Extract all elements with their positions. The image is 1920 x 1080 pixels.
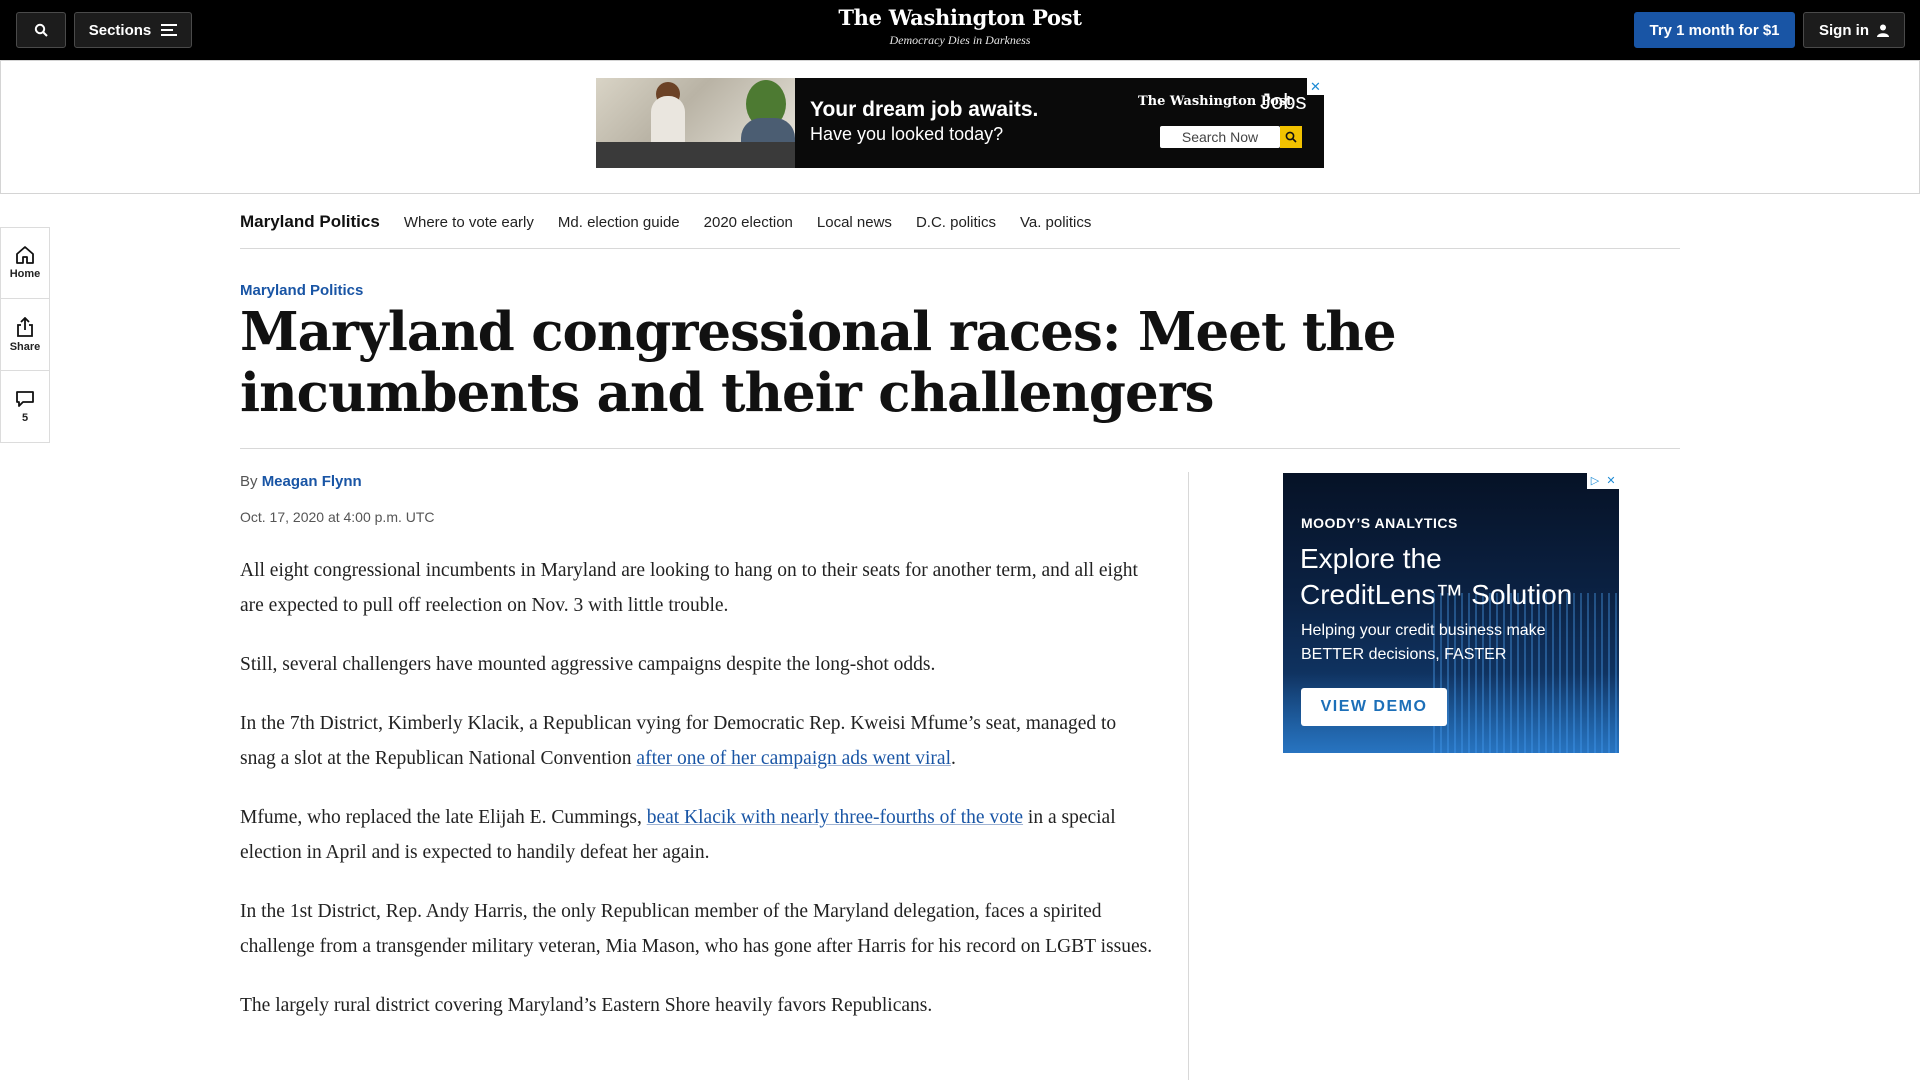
side-ad-controls: ▷ ✕ [1587, 473, 1619, 489]
rail-share-button[interactable]: Share [0, 299, 50, 371]
rail-share-label: Share [9, 340, 41, 353]
paragraph-1: All eight congressional incumbents in Ma… [240, 560, 1138, 616]
paragraph-3: In the 7th District, Kimberly Klacik, a … [240, 706, 1155, 776]
sidebar-ad[interactable]: MOODY’S ANALYTICS Explore the CreditLens… [1283, 473, 1619, 753]
byline-prefix: By [240, 473, 258, 490]
article-headline: Maryland congressional races: Meet the i… [240, 301, 1397, 424]
rail-home-label: Home [9, 268, 41, 280]
nav-link-2020-election[interactable]: 2020 election [704, 214, 793, 231]
adchoices-icon[interactable]: ▷ [1587, 473, 1603, 489]
rail-home-button[interactable]: Home [0, 227, 50, 299]
paragraph-4: Mfume, who replaced the late Elijah E. C… [240, 800, 1155, 870]
sign-in-button[interactable]: Sign in [1803, 12, 1905, 48]
article-body: All eight congressional incumbents in Ma… [240, 553, 1155, 1047]
comment-icon [16, 390, 34, 407]
column-divider [1188, 472, 1189, 1080]
side-ad-close-icon[interactable]: ✕ [1603, 473, 1619, 489]
section-title[interactable]: Maryland Politics [240, 212, 380, 232]
ad-search-button[interactable] [1280, 126, 1302, 148]
nav-link-election-guide[interactable]: Md. election guide [558, 214, 680, 231]
search-icon [1285, 131, 1297, 143]
ad-subline: Have you looked today? [810, 124, 1004, 144]
headline-divider [240, 448, 1680, 449]
special-election-link[interactable]: beat Klacik with nearly three-fourths of… [647, 807, 1023, 828]
sign-in-label: Sign in [1819, 21, 1869, 39]
ad-search-field[interactable]: Search Now [1160, 126, 1280, 148]
nav-link-va-politics[interactable]: Va. politics [1020, 214, 1091, 231]
user-icon [1877, 24, 1889, 37]
masthead-logo[interactable]: The Washington Post [0, 5, 1920, 30]
share-icon [17, 316, 33, 337]
nav-link-local-news[interactable]: Local news [817, 214, 892, 231]
home-icon [16, 246, 34, 264]
masthead[interactable]: The Washington Post Democracy Dies in Da… [0, 5, 1920, 48]
paragraph-4-text: Mfume, who replaced the late Elijah E. C… [240, 807, 647, 828]
ad-close-icon[interactable]: ✕ [1307, 78, 1324, 95]
campaign-ad-link[interactable]: after one of her campaign ads went viral [636, 748, 951, 769]
nav-link-dc-politics[interactable]: D.C. politics [916, 214, 996, 231]
jobs-ad-banner[interactable]: Your dream job awaits. Have you looked t… [596, 78, 1324, 168]
top-bar: Sections The Washington Post Democracy D… [0, 0, 1920, 60]
section-nav: Maryland Politics Where to vote early Md… [240, 196, 1680, 249]
byline: By Meagan Flynn [240, 473, 362, 490]
ad-jobs-label: Jobs [1260, 89, 1307, 114]
publish-date: Oct. 17, 2020 at 4:00 p.m. UTC [240, 509, 435, 525]
left-rail: Home Share 5 [0, 227, 50, 443]
ad-photo [596, 78, 795, 168]
rail-comments-count: 5 [21, 411, 29, 424]
paragraph-2: Still, several challengers have mounted … [240, 654, 936, 675]
paragraph-3-end: . [951, 748, 956, 769]
article-kicker[interactable]: Maryland Politics [240, 282, 363, 299]
paragraph-6: The largely rural district covering Mary… [240, 995, 933, 1016]
side-ad-brand: MOODY’S ANALYTICS [1301, 515, 1458, 531]
subscribe-button[interactable]: Try 1 month for $1 [1634, 12, 1795, 48]
side-ad-subline: Helping your credit business make BETTER… [1301, 622, 1546, 663]
side-ad-headline: Explore the CreditLens™ Solution [1300, 543, 1573, 610]
rail-comments-button[interactable]: 5 [0, 371, 50, 443]
view-demo-button[interactable]: VIEW DEMO [1301, 688, 1447, 726]
nav-link-vote-early[interactable]: Where to vote early [404, 214, 534, 231]
masthead-tagline: Democracy Dies in Darkness [889, 33, 1031, 47]
ad-headline: Your dream job awaits. [810, 98, 1039, 121]
author-link[interactable]: Meagan Flynn [262, 473, 362, 490]
paragraph-5: In the 1st District, Rep. Andy Harris, t… [240, 901, 1153, 957]
